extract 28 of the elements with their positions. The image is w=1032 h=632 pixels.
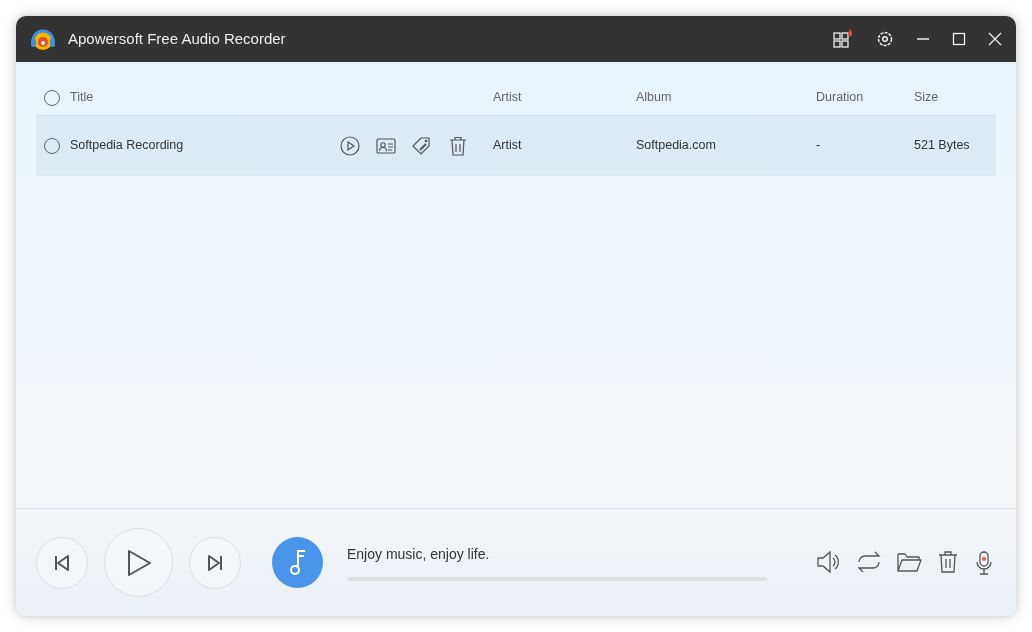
settings-icon[interactable] xyxy=(876,30,894,48)
skip-forward-icon xyxy=(206,553,224,572)
speaker-icon[interactable] xyxy=(816,549,842,576)
contact-card-icon[interactable] xyxy=(375,135,397,156)
maximize-icon[interactable] xyxy=(952,32,966,46)
table-cell: 521 Bytes xyxy=(914,138,970,153)
skip-back-icon xyxy=(53,553,71,572)
apps-grid-icon[interactable] xyxy=(832,28,854,50)
column-header: Size xyxy=(914,90,939,105)
table-cell: Artist xyxy=(493,138,522,153)
table-row[interactable]: Softpedia Recording Artist Softpedia.com - 521 Bytes xyxy=(36,116,996,176)
close-icon[interactable] xyxy=(988,32,1002,46)
song-caption: Enjoy music, enjoy life. xyxy=(347,545,491,564)
microphone-icon[interactable] xyxy=(974,549,994,576)
column-header: Artist xyxy=(493,90,522,105)
column-header: Title xyxy=(70,90,94,105)
window-title: Apowersoft Free Audio Recorder xyxy=(68,28,286,49)
tag-pen-icon[interactable] xyxy=(411,135,433,156)
table-cell: Softpedia.com xyxy=(636,138,716,153)
trash-icon[interactable] xyxy=(447,135,469,156)
table-cell-text: Softpedia Recording xyxy=(70,137,184,155)
play-icon xyxy=(125,548,152,577)
column-header: Duration xyxy=(816,90,864,105)
column-header: Album xyxy=(636,90,672,105)
music-note-icon xyxy=(272,537,323,588)
play-circle-icon[interactable] xyxy=(339,135,361,156)
table-cell: - xyxy=(816,138,821,153)
trash-icon[interactable] xyxy=(936,549,960,576)
